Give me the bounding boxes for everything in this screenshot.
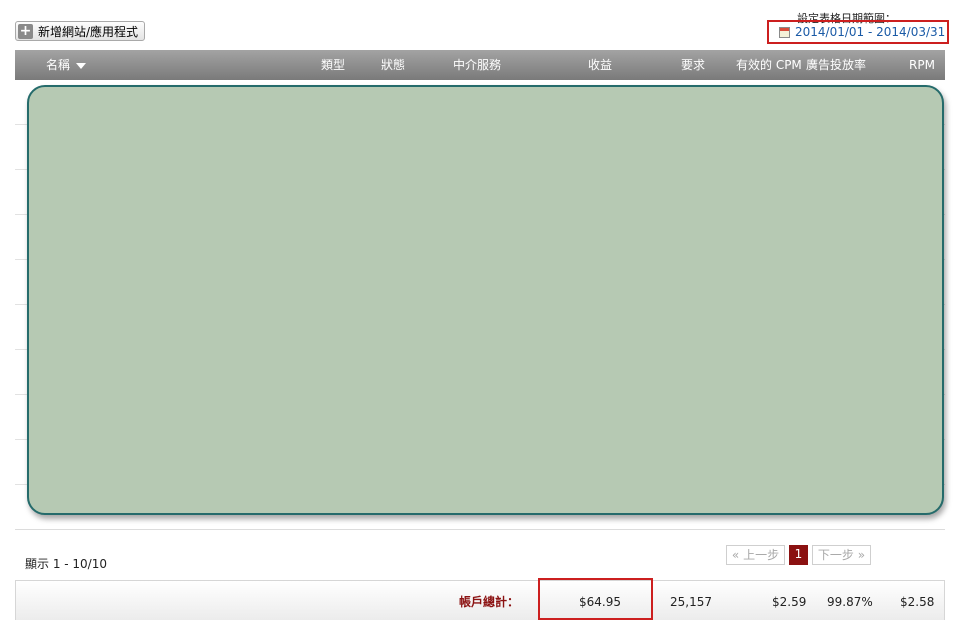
column-header-type[interactable]: 類型 (321, 50, 345, 80)
totals-title: 帳戶總計： (459, 595, 520, 609)
column-header-fill-rate[interactable]: 廣告投放率 (806, 50, 866, 80)
column-header-ecpm[interactable]: 有效的 CPM (736, 50, 802, 80)
column-header-status[interactable]: 狀態 (381, 50, 405, 80)
pagination-current-page[interactable]: 1 (789, 545, 808, 565)
column-header-revenue[interactable]: 收益 (588, 50, 612, 80)
plus-icon: + (18, 22, 33, 39)
table-header: 名稱 類型 狀態 中介服務 收益 要求 有效的 CPM 廣告投放率 RPM (15, 50, 945, 80)
sort-down-icon[interactable] (76, 62, 87, 69)
pagination-prev-button[interactable]: « 上一步 (726, 545, 785, 565)
add-site-label: 新增網站/應用程式 (38, 24, 139, 39)
totals-requests: 25,157 (670, 595, 712, 609)
date-range-value[interactable]: 2014/01/01 - 2014/03/31 (795, 25, 945, 39)
redaction-overlay (27, 85, 944, 515)
column-header-name-label: 名稱 (46, 58, 71, 72)
table-separator (15, 529, 945, 530)
totals-rpm: $2.58 (900, 595, 935, 609)
column-header-requests[interactable]: 要求 (681, 50, 705, 80)
column-header-name[interactable]: 名稱 (46, 50, 87, 80)
column-header-rpm[interactable]: RPM (909, 50, 935, 80)
revenue-highlight-box (538, 578, 653, 620)
row-count-label: 顯示 1 - 10/10 (25, 557, 107, 571)
pagination-next-button[interactable]: 下一步 » (812, 545, 871, 565)
add-site-button[interactable]: + 新增網站/應用程式 (15, 21, 146, 41)
totals-fill-rate: 99.87% (827, 595, 873, 609)
calendar-icon (779, 26, 790, 38)
totals-ecpm: $2.59 (772, 595, 807, 609)
date-range-picker[interactable]: 2014/01/01 - 2014/03/31 (767, 20, 949, 44)
totals-row: 帳戶總計： $64.95 25,157 $2.59 99.87% $2.58 (15, 580, 945, 620)
page: + 新增網站/應用程式 設定表格日期範圍： 2014/01/01 - 2014/… (0, 0, 954, 620)
column-header-mediation[interactable]: 中介服務 (453, 50, 501, 80)
